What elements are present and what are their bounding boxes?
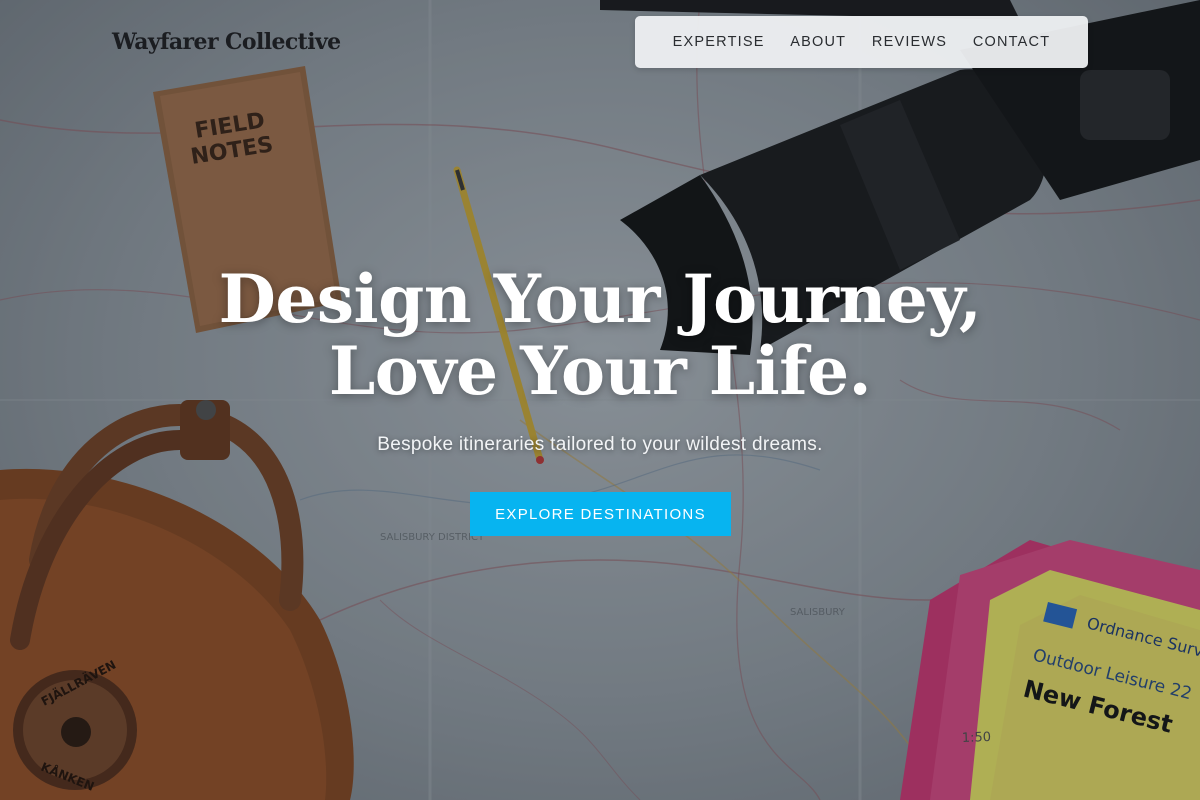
hero-title: Design Your Journey, Love Your Life. xyxy=(0,263,1200,407)
nav-item-contact[interactable]: CONTACT xyxy=(973,34,1050,50)
brand-logo[interactable]: Wayfarer Collective xyxy=(112,29,341,55)
explore-destinations-button[interactable]: EXPLORE DESTINATIONS xyxy=(470,492,731,536)
hero-subtitle: Bespoke itineraries tailored to your wil… xyxy=(377,434,823,455)
hero-title-line-2: Love Your Life. xyxy=(328,332,872,410)
hero-title-line-1: Design Your Journey, xyxy=(218,260,982,338)
nav-item-expertise[interactable]: EXPERTISE xyxy=(673,34,765,50)
nav-item-reviews[interactable]: REVIEWS xyxy=(872,34,947,50)
nav-item-about[interactable]: ABOUT xyxy=(790,34,846,50)
main-nav: EXPERTISE ABOUT REVIEWS CONTACT xyxy=(635,16,1088,68)
